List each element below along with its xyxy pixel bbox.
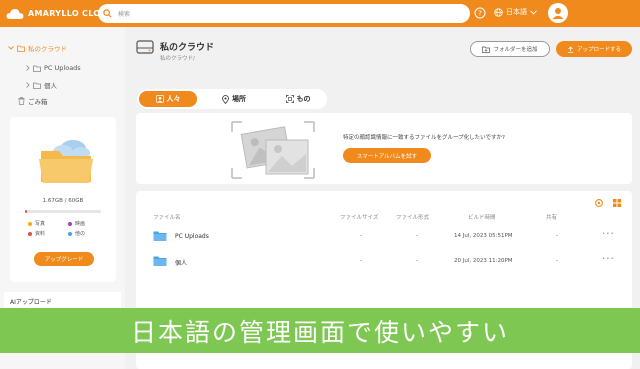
legend-label: 映画 [75,221,86,227]
legend-label: 写真 [35,221,46,227]
chevron-down-icon [530,9,537,15]
storage-progress-fill [25,210,28,213]
file-size: - [360,233,362,239]
more-options-icon[interactable]: ••• [602,231,615,237]
svg-text:?: ? [478,10,482,18]
grid-view-icon[interactable] [612,198,622,208]
more-options-icon[interactable]: ••• [602,256,615,262]
people-icon [155,95,164,103]
search-input[interactable]: 検索 [98,4,470,23]
folder-icon [153,231,167,241]
file-shared: - [556,258,558,264]
category-tabs: 人々 場所 もの [137,89,327,109]
sidebar-item-label: 個人 [44,82,57,90]
storage-card: 1.67GB / 60GB 写真 映画 資料 他の アップグレード [10,117,116,282]
chevron-down-icon [8,46,14,50]
sidebar-item-label: PC Uploads [44,64,81,72]
storage-usage-text: 1.67GB / 60GB [42,198,84,204]
folder-icon [33,82,41,89]
tab-places[interactable]: 場所 [207,91,261,107]
cloud-logo-icon [6,8,24,19]
legend-dot [68,231,72,236]
file-name: 個人 [175,260,188,267]
tab-label: もの [296,95,311,103]
tab-label: 場所 [232,95,246,103]
folder-icon [33,65,41,72]
legend-photos: 写真 [28,220,45,227]
legend-label: 他の [75,231,86,237]
location-pin-icon [222,94,229,104]
avatar[interactable] [548,3,568,23]
drive-icon [136,40,154,54]
photos-illustration-icon [231,121,315,179]
page-title: 私のクラウド [160,43,215,53]
tab-people[interactable]: 人々 [139,91,197,107]
top-header: AMARYLLO CLOUD 検索 ? 日本語 [0,0,640,27]
language-selector[interactable]: 日本語 [494,7,537,17]
upload-button[interactable]: アップロードする [556,41,632,57]
breadcrumb[interactable]: 私のクラウド/ [160,54,195,62]
settings-icon[interactable] [594,198,604,208]
legend-documents: 資料 [28,230,45,237]
try-smart-album-button[interactable]: スマートアルバムを試す [343,148,431,163]
user-icon [552,8,564,19]
language-label: 日本語 [506,8,527,16]
legend-dot [28,221,32,226]
file-created-time: 14 Jul, 2023 05:51PM [454,233,513,239]
file-shared: - [556,233,558,239]
column-header-name[interactable]: ファイル名 [153,213,181,221]
promo-banner-text: 日本語の管理画面で使いやすい [130,317,509,347]
upload-label: アップロードする [576,47,621,53]
folder-plus-icon [482,46,491,53]
chevron-right-icon [26,82,30,88]
sidebar-item-my-cloud[interactable]: 私のクラウド [8,43,67,53]
file-name: PC Uploads [175,233,209,240]
cloud-folder-icon [39,140,93,183]
file-type: - [416,258,418,264]
column-header-size[interactable]: ファイルサイズ [340,213,378,221]
tab-label: 人々 [166,95,181,103]
table-row[interactable]: PC Uploads - - 14 Jul, 2023 05:51PM - ••… [136,225,632,249]
tab-things[interactable]: もの [273,91,323,107]
file-size: - [360,258,362,264]
trash-icon [18,97,25,105]
sidebar-item-label: ごみ箱 [28,98,48,106]
scan-icon [285,95,294,103]
upgrade-button[interactable]: アップグレード [34,252,94,266]
help-icon[interactable]: ? [474,7,486,19]
folder-icon [17,45,25,52]
storage-progress-bar [25,210,101,213]
legend-other: 他の [68,230,85,237]
table-row[interactable]: 個人 - - 20 Jul, 2023 11:20PM - ••• [136,250,632,274]
globe-icon [494,7,503,17]
sidebar-item-label: 私のクラウド [28,45,67,53]
legend-dot [28,231,32,236]
upload-icon [567,45,574,53]
add-folder-label: フォルダーを追加 [493,47,538,53]
file-created-time: 20 Jul, 2023 11:20PM [454,258,513,264]
column-header-created[interactable]: ビルド時間 [468,213,496,221]
sidebar-item-personal[interactable]: 個人 [26,80,57,90]
search-icon [103,9,112,18]
chevron-right-icon [26,65,30,71]
sidebar-item-pc-uploads[interactable]: PC Uploads [26,64,81,72]
promo-banner: 日本語の管理画面で使いやすい [0,308,640,353]
legend-dot [68,221,72,226]
column-header-type[interactable]: ファイル形式 [396,213,429,221]
folder-icon [153,256,167,266]
legend-movies: 映画 [68,220,85,227]
smart-album-panel: 特定の顔認識情報に一致するファイルをグループ化したいですか? スマートアルバムを… [136,113,632,184]
file-type: - [416,233,418,239]
search-placeholder: 検索 [118,11,131,18]
smart-album-prompt: 特定の顔認識情報に一致するファイルをグループ化したいですか? [343,135,505,141]
legend-label: 資料 [35,231,46,237]
add-folder-button[interactable]: フォルダーを追加 [470,41,550,57]
sidebar-item-trash[interactable]: ごみ箱 [18,96,48,106]
column-header-shared[interactable]: 共有 [546,213,557,221]
